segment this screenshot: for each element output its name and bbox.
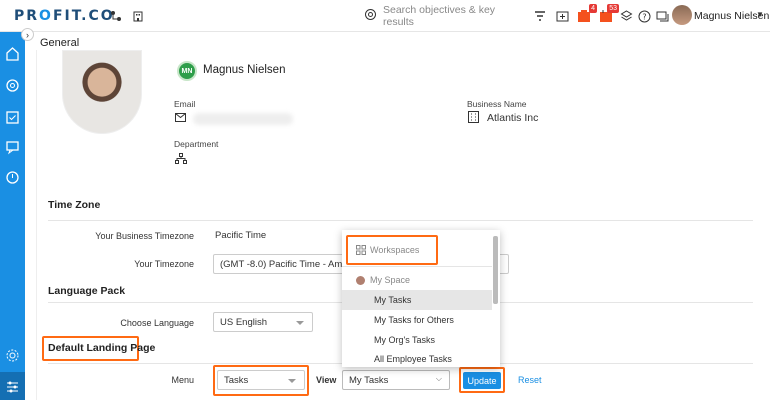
content-area: MN Magnus Nielsen Email Business Name At… (36, 50, 770, 400)
chat-icon[interactable] (654, 8, 670, 24)
building-grid-icon (468, 111, 479, 123)
update-button[interactable]: Update (463, 372, 501, 389)
sliders-icon (7, 381, 18, 393)
tasks-badge: 4 (589, 4, 597, 13)
initials-avatar: MN (177, 61, 197, 81)
preferences-active[interactable] (0, 372, 25, 400)
your-timezone-label: Your Timezone (134, 259, 194, 269)
calendar-icon[interactable]: 53 (598, 4, 619, 24)
chevron-down-icon: ⌵ (435, 374, 442, 383)
settings-icon[interactable] (5, 348, 20, 363)
menu-select-value: Tasks (224, 374, 249, 386)
settings-card: MN Magnus Nielsen Email Business Name At… (36, 50, 770, 400)
profile-name: Magnus Nielsen (203, 64, 286, 76)
breadcrumb: General (40, 37, 80, 49)
target-icon (364, 8, 377, 24)
logo[interactable]: PROFIT.CO (14, 8, 115, 24)
top-bar: PROFIT.CO Search objectives & key result… (0, 0, 770, 32)
view-select[interactable]: My Tasks ⌵ (342, 370, 450, 390)
tasks-icon[interactable]: 4 (576, 4, 597, 24)
business-timezone-label: Your Business Timezone (95, 231, 194, 241)
workspaces-label: Workspaces (370, 245, 420, 255)
help-icon[interactable]: ? (636, 8, 652, 24)
filter-icon[interactable] (532, 8, 548, 24)
language-select-value: US English (220, 316, 267, 328)
business-timezone-value: Pacific Time (215, 230, 267, 241)
choose-language-label: Choose Language (120, 318, 194, 328)
business-name-label: Business Name (467, 99, 527, 109)
sidebar-toggle[interactable]: › (21, 28, 34, 41)
org-chart-icon[interactable] (108, 8, 124, 24)
menu-label: Menu (171, 375, 194, 385)
divider (342, 266, 492, 267)
search-bar[interactable]: Search objectives & key results (364, 4, 514, 28)
divider (48, 220, 753, 221)
feedback-icon[interactable] (5, 140, 20, 155)
workspaces-option[interactable]: Workspaces (342, 240, 492, 260)
email-label: Email (174, 99, 196, 109)
my-space-option[interactable]: My Space (342, 270, 492, 290)
dropdown-item-tasks-for-others[interactable]: My Tasks for Others (342, 310, 492, 330)
objectives-icon[interactable] (5, 78, 20, 93)
search-placeholder: Search objectives & key results (383, 4, 496, 28)
view-label: View (316, 375, 337, 385)
grid-icon (356, 245, 366, 255)
default-landing-page-title: Default Landing Page (48, 342, 156, 354)
view-dropdown: Workspaces My Space My Tasks My Tasks fo… (342, 230, 500, 367)
building-icon[interactable] (130, 8, 146, 24)
time-zone-title: Time Zone (48, 199, 101, 211)
dropdown-item-my-tasks[interactable]: My Tasks (342, 290, 492, 310)
add-objective-icon[interactable] (554, 8, 570, 24)
mail-icon (175, 113, 186, 122)
my-space-label: My Space (370, 275, 411, 285)
tasks-sidebar-icon[interactable] (5, 110, 20, 125)
user-avatar-small (356, 275, 365, 285)
profile-photo[interactable] (62, 50, 142, 134)
view-select-value: My Tasks (349, 374, 389, 386)
user-avatar[interactable] (672, 5, 692, 25)
chevron-down-icon (296, 321, 304, 325)
chevron-down-icon (288, 379, 296, 383)
engage-icon[interactable] (5, 170, 20, 185)
dropdown-item-all-employee-tasks[interactable]: All Employee Tasks (342, 350, 492, 367)
layers-icon[interactable] (618, 8, 634, 24)
business-name-value: Atlantis Inc (487, 112, 539, 124)
home-icon[interactable] (5, 46, 20, 61)
reset-link[interactable]: Reset (518, 375, 542, 385)
menu-select[interactable]: Tasks (217, 370, 305, 390)
department-label: Department (174, 139, 219, 149)
language-select[interactable]: US English (213, 312, 313, 332)
email-value (193, 113, 293, 125)
svg-text:?: ? (642, 12, 646, 21)
dropdown-scrollbar[interactable] (493, 236, 498, 304)
sidebar (0, 32, 25, 400)
hierarchy-icon (175, 153, 187, 164)
dropdown-item-orgs-tasks[interactable]: My Org's Tasks (342, 330, 492, 350)
chevron-down-icon[interactable]: ▼ (756, 10, 764, 19)
language-pack-title: Language Pack (48, 285, 126, 297)
